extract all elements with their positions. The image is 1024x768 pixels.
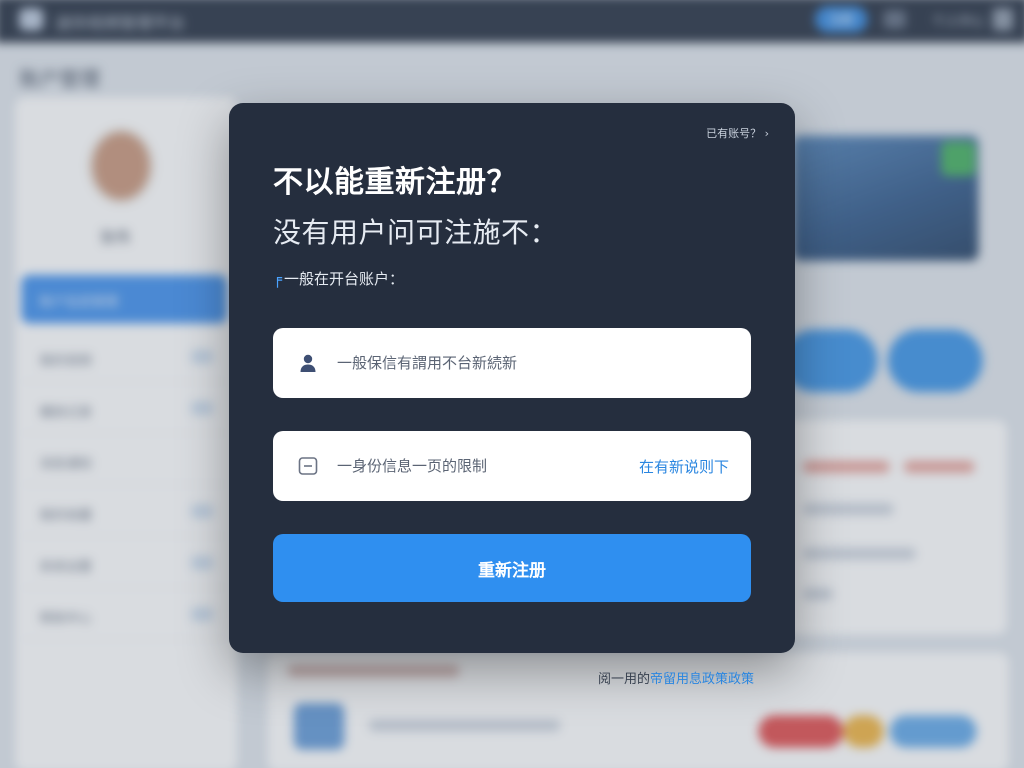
reregister-button[interactable]: 重新注册: [273, 534, 751, 602]
note-marker-icon: ╒: [273, 270, 283, 288]
login-link-label: 已有账号？: [706, 127, 762, 140]
chevron-right-icon: ›: [764, 127, 769, 140]
modal-title: 不以能重新注册？: [273, 165, 517, 200]
modal-note: ╒ 一般在开台账户：: [273, 268, 404, 289]
id-card-icon: [298, 457, 318, 475]
reregister-modal: 已有账号？ › 不以能重新注册？ 没有用户问可注施不： ╒一般在开台账户： 在有…: [229, 103, 795, 653]
login-link[interactable]: 已有账号？ ›: [706, 125, 769, 141]
note-text: 一般在开台账户：: [284, 270, 405, 288]
field-help-link[interactable]: 在有新说则下: [639, 456, 729, 477]
footer-policy: 阅一用的帝留用息政策政策: [598, 668, 754, 687]
user-icon: [300, 354, 316, 372]
privacy-policy-link[interactable]: 帝留用息政策政策: [650, 672, 754, 687]
id-input[interactable]: [337, 431, 667, 501]
id-field[interactable]: 在有新说则下: [273, 431, 751, 501]
username-input[interactable]: [337, 328, 667, 398]
username-field[interactable]: [273, 328, 751, 398]
modal-subtitle: 没有用户问可注施不：: [273, 216, 559, 249]
footer-prefix: 阅一用的: [598, 672, 651, 687]
